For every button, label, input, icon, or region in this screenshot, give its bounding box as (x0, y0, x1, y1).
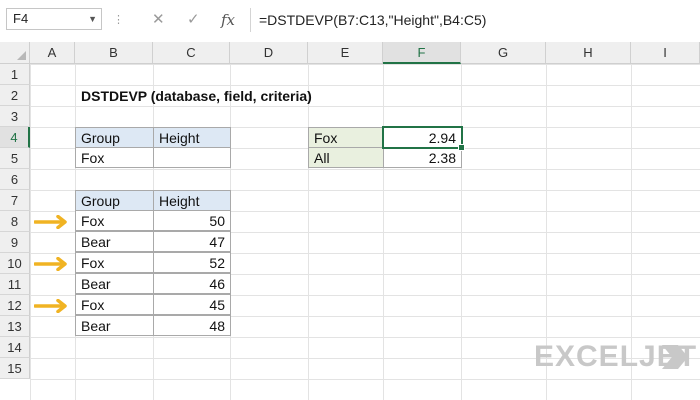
database-cell-group[interactable]: Fox (75, 294, 154, 315)
row-header-15[interactable]: 15 (0, 358, 30, 379)
formula-input[interactable]: =DSTDEVP(B7:C13,"Height",B4:C5) (250, 8, 694, 32)
row-header-5[interactable]: 5 (0, 148, 30, 169)
column-header-b[interactable]: B (75, 42, 153, 64)
row-header-8[interactable]: 8 (0, 211, 30, 232)
column-header-f[interactable]: F (383, 42, 461, 64)
row-header-13[interactable]: 13 (0, 316, 30, 337)
database-cell-group[interactable]: Fox (75, 252, 154, 273)
column-header-d[interactable]: D (230, 42, 308, 64)
arrow-right-icon (34, 215, 67, 229)
column-header-a[interactable]: A (30, 42, 75, 64)
result-label[interactable]: Fox (308, 127, 384, 148)
fill-handle[interactable] (458, 144, 465, 151)
database-cell-height[interactable]: 52 (153, 252, 231, 273)
row-header-2[interactable]: 2 (0, 85, 30, 106)
exceljet-logo-mark-icon (662, 345, 688, 369)
row-header-3[interactable]: 3 (0, 106, 30, 127)
active-cell-f4[interactable] (382, 126, 463, 149)
row-header-7[interactable]: 7 (0, 190, 30, 211)
database-cell-group[interactable]: Bear (75, 231, 154, 252)
column-header-c[interactable]: C (153, 42, 230, 64)
column-header-g[interactable]: G (461, 42, 546, 64)
arrow-right-icon (34, 257, 67, 271)
select-all-corner[interactable] (0, 42, 30, 64)
more-icon: ⋮ (113, 14, 124, 26)
criteria-header-height[interactable]: Height (153, 127, 231, 148)
function-icon[interactable]: fx (221, 10, 235, 30)
row-header-9[interactable]: 9 (0, 232, 30, 253)
criteria-value-group[interactable]: Fox (75, 147, 154, 168)
database-cell-group[interactable]: Bear (75, 315, 154, 336)
chevron-down-icon[interactable]: ▼ (88, 9, 97, 29)
name-box[interactable]: F4 ▼ (6, 8, 102, 30)
column-header-h[interactable]: H (546, 42, 631, 64)
database-cell-height[interactable]: 48 (153, 315, 231, 336)
arrow-right-icon (34, 299, 67, 313)
row-header-14[interactable]: 14 (0, 337, 30, 358)
column-header-e[interactable]: E (308, 42, 383, 64)
database-cell-height[interactable]: 45 (153, 294, 231, 315)
column-header-i[interactable]: I (631, 42, 700, 64)
row-header-6[interactable]: 6 (0, 169, 30, 190)
row-header-1[interactable]: 1 (0, 64, 30, 85)
database-header-height[interactable]: Height (153, 190, 231, 211)
database-cell-group[interactable]: Bear (75, 273, 154, 294)
database-cell-group[interactable]: Fox (75, 210, 154, 231)
database-header-group[interactable]: Group (75, 190, 154, 211)
cancel-icon[interactable]: ✕ (152, 10, 165, 30)
row-header-12[interactable]: 12 (0, 295, 30, 316)
row-header-4[interactable]: 4 (0, 127, 30, 148)
criteria-value-height[interactable] (153, 147, 231, 168)
row-header-10[interactable]: 10 (0, 253, 30, 274)
result-value[interactable]: 2.38 (383, 147, 462, 168)
criteria-header-group[interactable]: Group (75, 127, 154, 148)
row-header-11[interactable]: 11 (0, 274, 30, 295)
enter-icon[interactable]: ✓ (187, 10, 200, 30)
name-box-value: F4 (13, 11, 29, 26)
database-cell-height[interactable]: 50 (153, 210, 231, 231)
formula-bar: F4 ▼ ⋮ ✕ ✓ fx =DSTDEVP(B7:C13,"Height",B… (0, 0, 700, 43)
database-cell-height[interactable]: 47 (153, 231, 231, 252)
result-label[interactable]: All (308, 147, 384, 168)
sheet-title[interactable]: DSTDEVP (database, field, criteria) (76, 86, 376, 107)
database-cell-height[interactable]: 46 (153, 273, 231, 294)
